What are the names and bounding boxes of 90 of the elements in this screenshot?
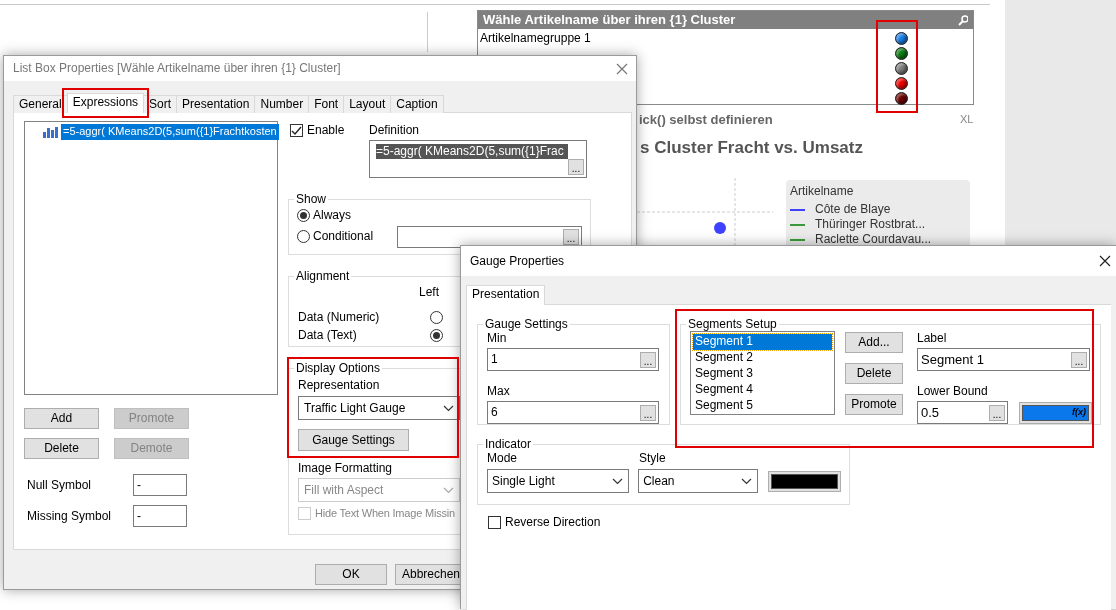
text-field[interactable]: 6 ... — [487, 401, 659, 425]
column-header: Left — [418, 285, 439, 301]
tab[interactable]: Presentation — [466, 285, 546, 305]
field-label: Image Formatting — [298, 461, 393, 476]
tab[interactable]: Presentation — [176, 95, 256, 113]
field-label: Style — [639, 451, 666, 467]
text-field[interactable]: - — [133, 474, 187, 496]
field-label: Max — [487, 384, 510, 400]
checkbox[interactable] — [488, 516, 501, 529]
gauge-settings-button[interactable]: Gauge Settings — [298, 429, 409, 452]
representation-select[interactable]: Traffic Light Gauge — [298, 396, 460, 421]
dropdown-caret-icon[interactable] — [443, 404, 454, 412]
list-box-title: Wähle Artikelname über ihren {1} Cluster — [483, 11, 736, 29]
label-field[interactable]: Segment 1 ... — [917, 348, 1090, 372]
dialog-button[interactable]: OK — [315, 564, 387, 585]
browse-button[interactable]: ... — [640, 404, 656, 421]
field-label: Min — [487, 331, 507, 347]
checkbox-label: Hide Text When Image Missin — [315, 507, 455, 521]
group-title: Show — [295, 192, 328, 207]
radio-label: Data (Numeric) — [298, 309, 381, 325]
radio-button[interactable] — [430, 310, 443, 324]
radio-button[interactable] — [430, 328, 443, 342]
list-item[interactable]: Segment 2 — [693, 350, 832, 367]
browse-button[interactable]: ... — [1071, 351, 1087, 368]
browse-button[interactable]: ... — [989, 404, 1005, 421]
style-select[interactable]: Clean — [638, 469, 759, 494]
field-label: Representation — [298, 378, 380, 394]
tab[interactable]: General — [13, 95, 68, 113]
segment-list[interactable]: Segment 1 Segment 2 Segment 3 Segment 4 Segment 5 — [690, 331, 835, 416]
checkbox[interactable] — [290, 124, 303, 137]
radio-button[interactable] — [297, 230, 310, 244]
radio-button[interactable] — [297, 209, 310, 223]
browse-button[interactable]: ... — [563, 228, 579, 245]
dialog-button[interactable]: Add... — [845, 332, 903, 354]
group-title: Segments Setup — [687, 317, 778, 332]
browse-button[interactable]: ... — [640, 351, 656, 368]
dialog-button[interactable]: Delete — [24, 438, 99, 459]
dropdown-caret-icon[interactable] — [741, 477, 753, 485]
dialog-title: List Box Properties [Wähle Artikelname über ihren {1} Cluster] — [13, 61, 341, 76]
bar-chart-icon — [43, 125, 58, 138]
dialog-button[interactable]: Delete — [845, 363, 903, 385]
text-field[interactable]: 1 ... — [487, 348, 659, 372]
list-item[interactable]: Segment 1 — [693, 334, 832, 351]
radio-label: Data (Text) — [298, 327, 358, 343]
list-item[interactable]: Artikelnamegruppe 1 — [480, 31, 895, 46]
xl-export-icon[interactable]: XL — [960, 113, 974, 127]
group-title: Alignment — [295, 269, 351, 284]
chart-caption: ick() selbst definieren — [639, 112, 773, 129]
list-item[interactable]: Segment 5 — [693, 398, 832, 415]
dialog-button[interactable]: Promote — [845, 394, 903, 416]
group-title: Indicator — [484, 437, 533, 452]
definition-text: =5-aggr( KMeans2D(5,sum({1}Frac — [376, 144, 568, 159]
lower-bound-field[interactable]: 0.5 ... — [917, 401, 1008, 425]
expression-item[interactable]: =5-aggr( KMeans2D(5,sum({1}Frachtkosten — [61, 124, 279, 140]
field-label: Lower Bound — [917, 384, 988, 400]
dialog-button[interactable]: Add — [24, 408, 99, 429]
radio-label: Always — [313, 208, 351, 224]
list-item[interactable]: Segment 4 — [693, 382, 832, 399]
expression-list[interactable]: =5-aggr( KMeans2D(5,sum({1}Frachtkosten — [24, 121, 278, 395]
legend-title: Artikelname — [790, 184, 855, 199]
field-label: Label — [917, 331, 947, 347]
field-label: Definition — [369, 123, 420, 138]
close-icon[interactable] — [1099, 255, 1111, 267]
legend-label: Thüringer Rostbrat... — [815, 217, 926, 232]
group-title: Gauge Settings — [484, 317, 569, 332]
field-label: Null Symbol — [26, 477, 93, 493]
browse-button[interactable]: ... — [568, 159, 584, 175]
dropdown-caret-icon[interactable] — [612, 477, 624, 485]
tab[interactable]: Number — [254, 95, 310, 113]
dialog-title: Gauge Properties — [470, 253, 565, 269]
color-button[interactable]: f(x) — [1019, 401, 1092, 424]
group-title: Display Options — [295, 361, 382, 376]
list-item[interactable]: Segment 3 — [693, 366, 832, 383]
tab[interactable]: Layout — [343, 95, 392, 113]
mode-select[interactable]: Single Light — [487, 469, 630, 494]
tab[interactable]: Caption — [390, 95, 444, 113]
legend-label: Côte de Blaye — [815, 202, 891, 217]
text-field[interactable]: - — [133, 505, 187, 527]
field-label: Missing Symbol — [26, 508, 113, 524]
formula-label: f(x) — [1072, 407, 1087, 419]
condition-field[interactable]: ... — [397, 225, 582, 248]
chart-title: s Cluster Fracht vs. Umsatz — [640, 137, 863, 159]
search-icon[interactable] — [958, 14, 968, 26]
field-label: Mode — [487, 451, 519, 467]
checkbox-label: Reverse Direction — [505, 515, 601, 530]
legend-label: Raclette Courdavau... — [815, 232, 932, 247]
definition-field[interactable]: =5-aggr( KMeans2D(5,sum({1}Frac ... — [369, 140, 587, 178]
tab[interactable]: Font — [308, 95, 345, 113]
radio-label: Conditional — [313, 229, 374, 245]
checkbox-label: Enable — [307, 123, 345, 138]
